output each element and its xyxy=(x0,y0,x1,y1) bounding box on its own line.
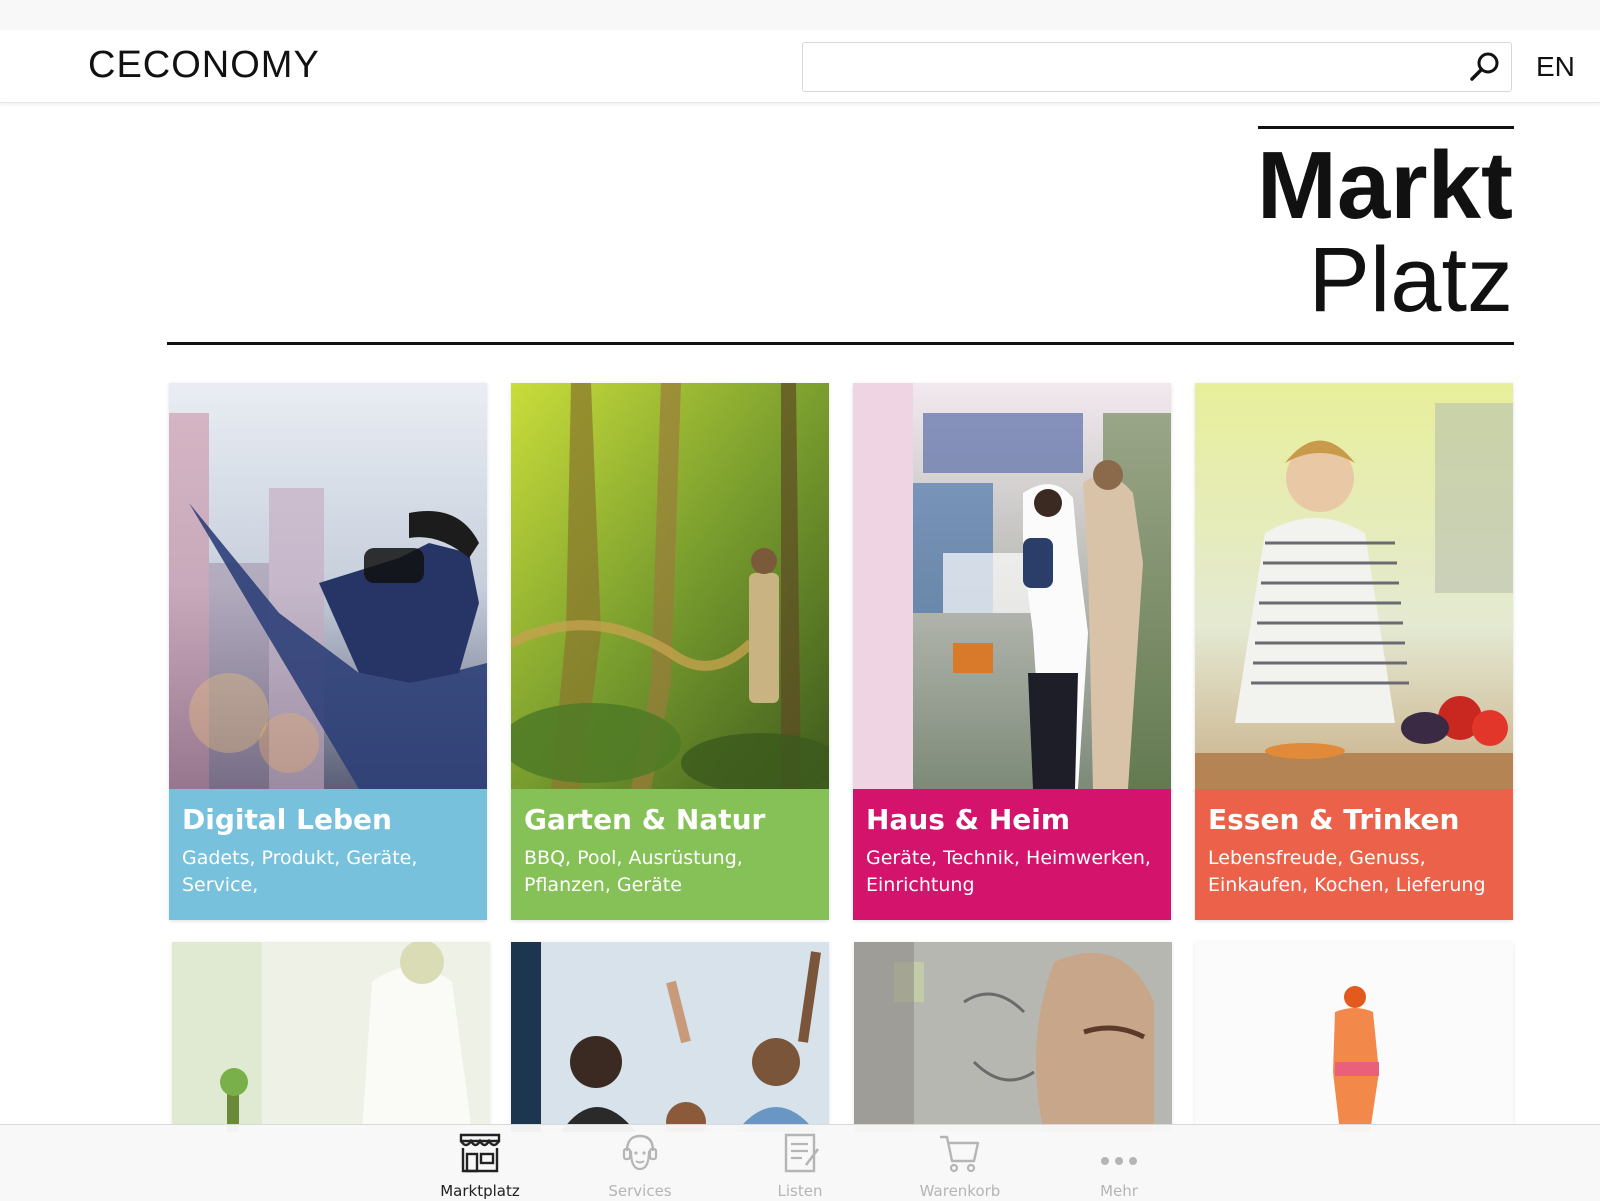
office-woman-photo xyxy=(172,942,490,1132)
tab-label: Services xyxy=(608,1182,672,1200)
cart-icon xyxy=(940,1135,980,1173)
category-subtitle: Geräte, Technik, Heimwerken, Einrichtung xyxy=(866,847,1151,896)
category-card-row2-1[interactable] xyxy=(172,942,490,1132)
language-switch[interactable]: EN xyxy=(1536,51,1575,83)
category-subtitle: Lebensfreude, Genuss, Einkaufen, Kochen,… xyxy=(1208,847,1486,896)
tab-warenkorb[interactable]: Warenkorb xyxy=(900,1125,1020,1201)
tab-services[interactable]: Services xyxy=(580,1125,700,1201)
kitchen-cooking-photo xyxy=(1195,383,1513,789)
vr-city-photo xyxy=(169,383,487,789)
category-card-row2-2[interactable] xyxy=(511,942,829,1132)
category-title: Garten & Natur xyxy=(524,803,766,836)
category-title: Digital Leben xyxy=(182,803,392,836)
category-band: Haus & Heim Geräte, Technik, Heimwerken,… xyxy=(853,789,1171,920)
beach-woman-photo xyxy=(1195,942,1513,1132)
top-bar: CECONOMY EN xyxy=(0,0,1600,103)
title-rule xyxy=(1258,126,1514,129)
category-card-row2-4[interactable] xyxy=(1195,942,1513,1132)
bottom-tab-bar: Marktplatz Services Listen Warenkorb Meh… xyxy=(0,1124,1600,1201)
search-icon[interactable] xyxy=(1468,50,1502,84)
tab-label: Marktplatz xyxy=(440,1182,520,1200)
support-agent-icon xyxy=(622,1134,658,1171)
store-icon xyxy=(459,1133,501,1173)
tab-label: Mehr xyxy=(1100,1182,1138,1200)
category-card-garten-natur[interactable]: Garten & Natur BBQ, Pool, Ausrüstung, Pf… xyxy=(511,383,829,920)
category-card-haus-heim[interactable]: Haus & Heim Geräte, Technik, Heimwerken,… xyxy=(853,383,1171,920)
category-title: Essen & Trinken xyxy=(1208,803,1460,836)
tab-mehr[interactable]: Mehr xyxy=(1059,1125,1179,1201)
status-strip xyxy=(0,0,1600,30)
category-card-essen-trinken[interactable]: Essen & Trinken Lebensfreude, Genuss, Ei… xyxy=(1195,383,1513,920)
page-title-markt: Markt xyxy=(1256,132,1513,239)
tab-listen[interactable]: Listen xyxy=(740,1125,860,1201)
tab-marktplatz[interactable]: Marktplatz xyxy=(420,1125,540,1201)
ceconomy-logo[interactable]: CECONOMY xyxy=(88,44,320,87)
more-dots-icon xyxy=(1101,1157,1137,1165)
page-title-platz: Platz xyxy=(1308,229,1513,331)
category-band: Digital Leben Gadets, Produkt, Geräte, S… xyxy=(169,789,487,920)
man-glass-board-photo xyxy=(854,942,1172,1132)
cheering-friends-photo xyxy=(511,942,829,1132)
search-input[interactable] xyxy=(802,42,1512,92)
forest-photo xyxy=(511,383,829,789)
category-card-digital-leben[interactable]: Digital Leben Gadets, Produkt, Geräte, S… xyxy=(169,383,487,920)
category-card-row2-3[interactable] xyxy=(854,942,1172,1132)
category-title: Haus & Heim xyxy=(866,803,1071,836)
category-band: Garten & Natur BBQ, Pool, Ausrüstung, Pf… xyxy=(511,789,829,920)
tab-label: Listen xyxy=(777,1182,823,1200)
category-subtitle: BBQ, Pool, Ausrüstung, Pflanzen, Geräte xyxy=(524,847,743,896)
category-band: Essen & Trinken Lebensfreude, Genuss, Ei… xyxy=(1195,789,1513,920)
list-icon xyxy=(784,1133,820,1173)
family-house-photo xyxy=(853,383,1171,789)
category-subtitle: Gadets, Produkt, Geräte, Service, xyxy=(182,847,418,896)
section-divider xyxy=(167,342,1514,345)
tab-label: Warenkorb xyxy=(919,1182,1001,1200)
